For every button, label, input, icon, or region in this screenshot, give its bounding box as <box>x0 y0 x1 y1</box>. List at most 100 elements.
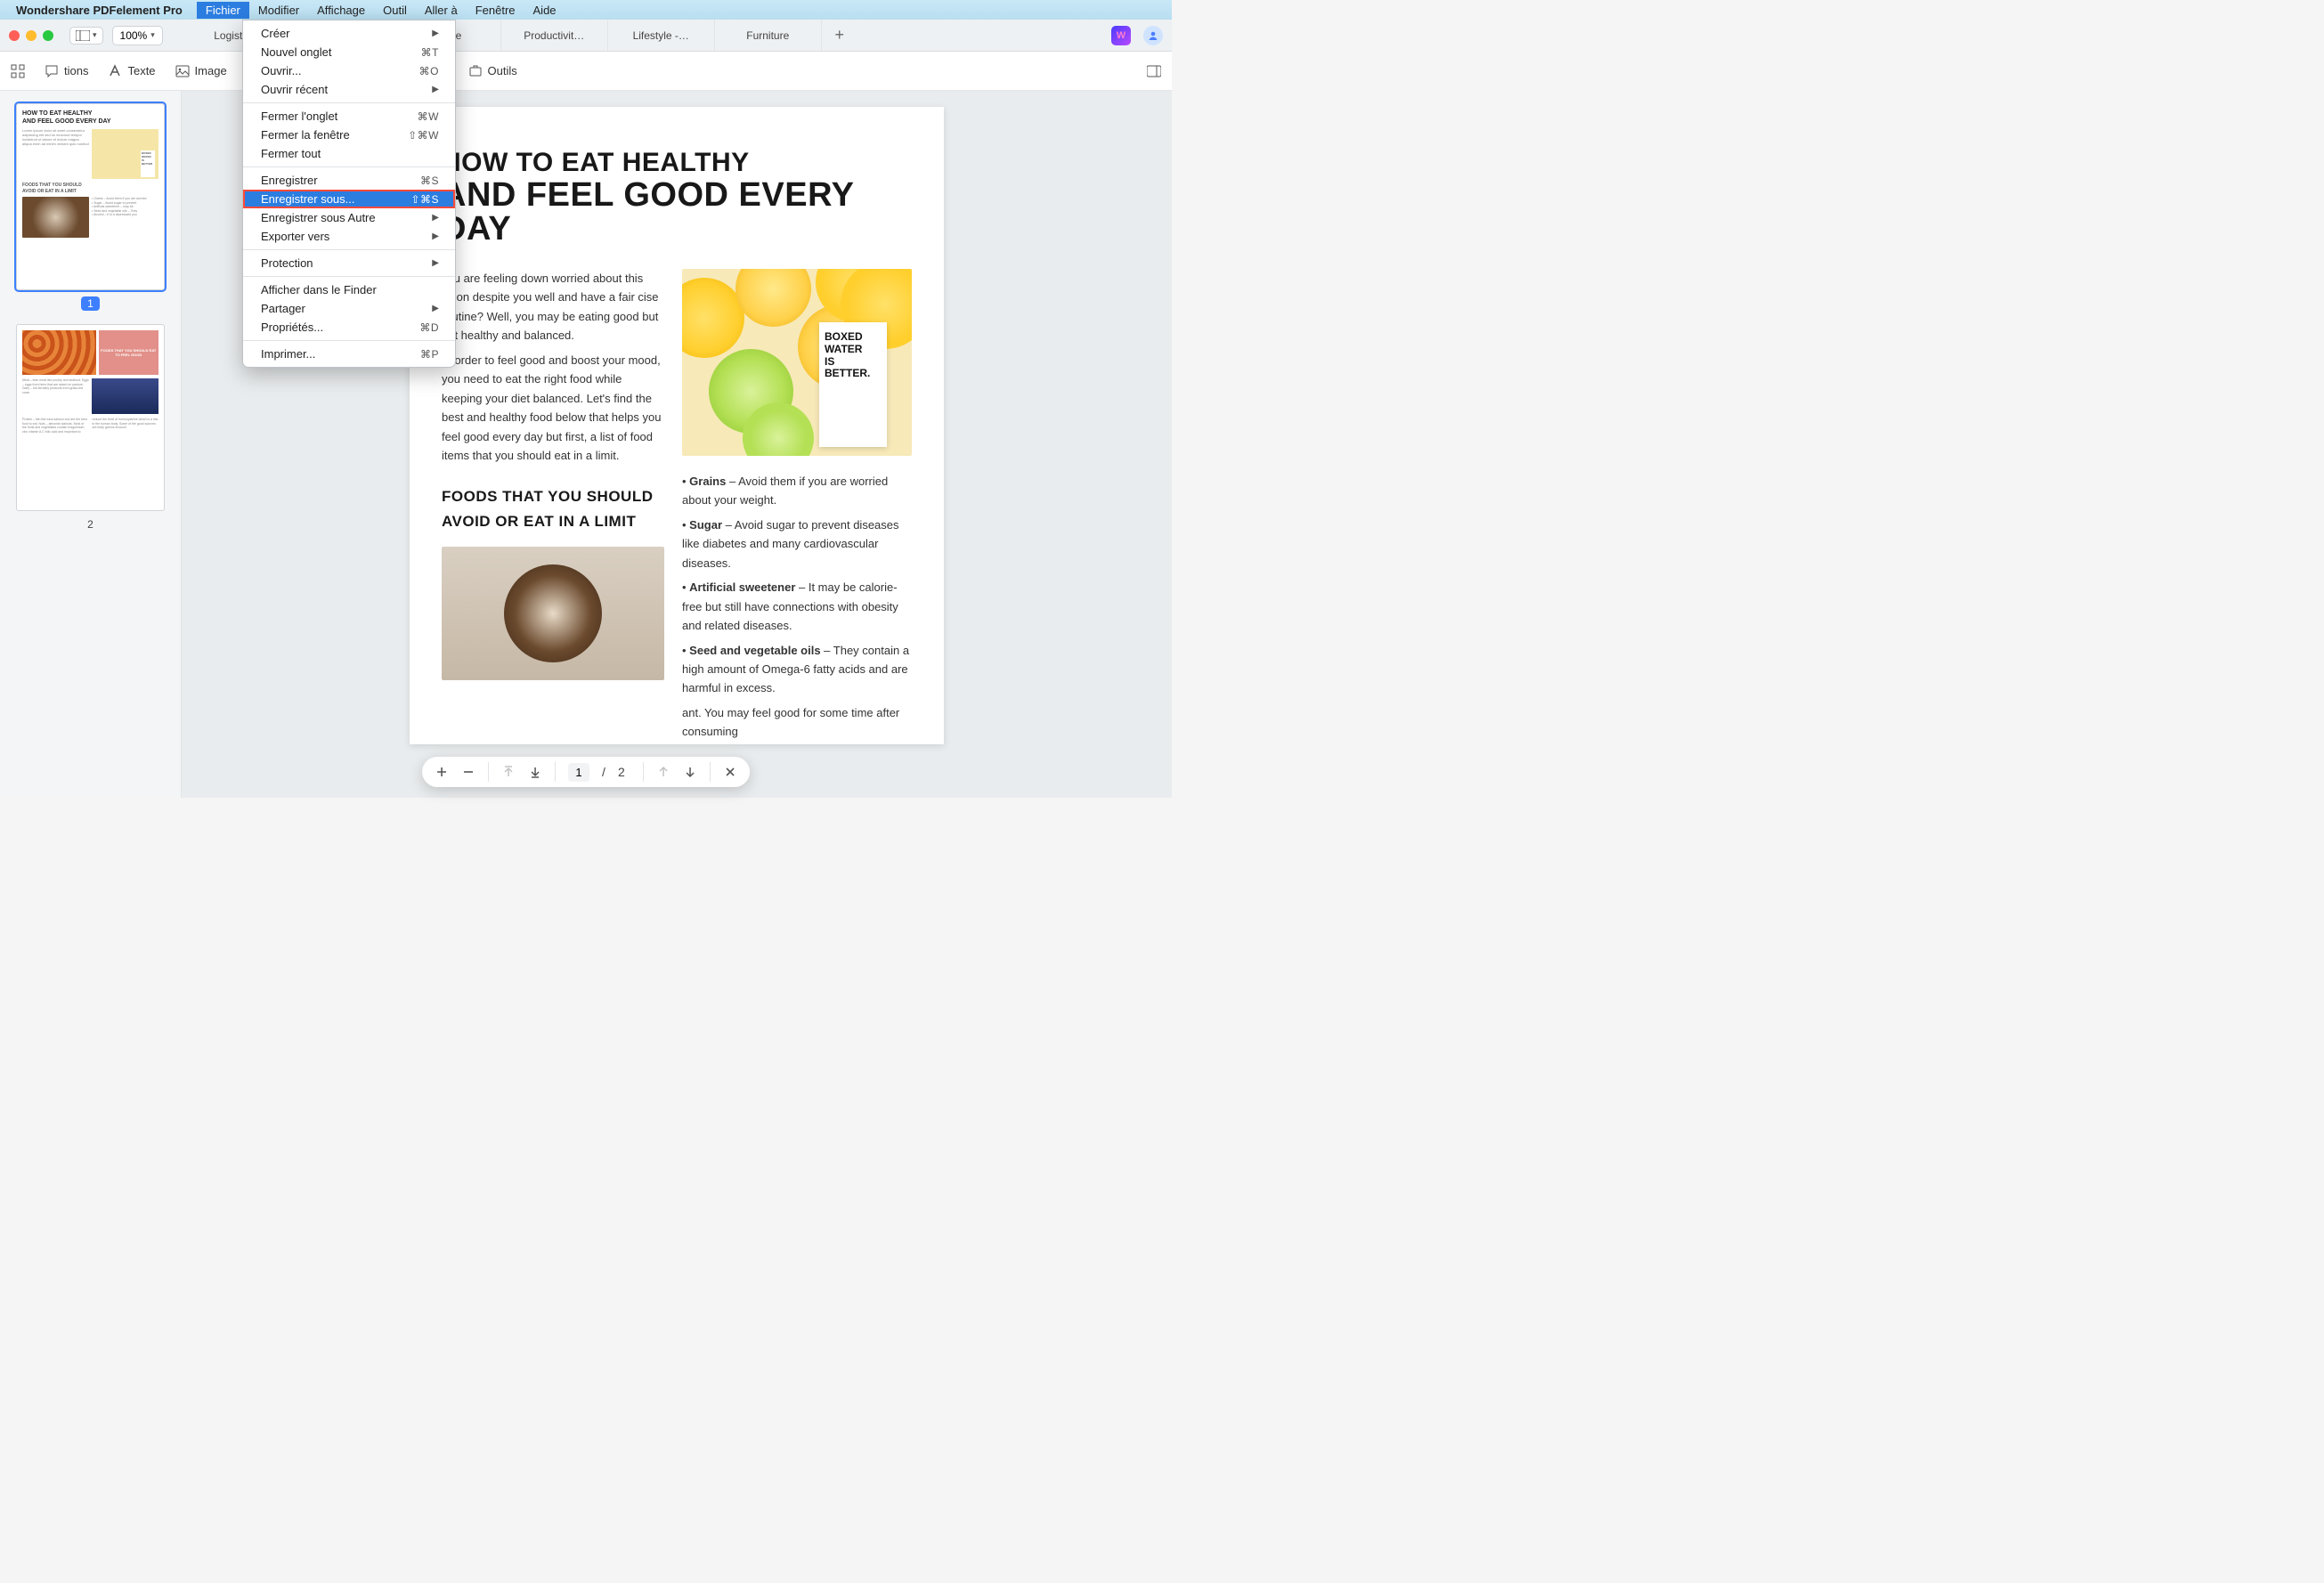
sidebar-toggle[interactable]: ▾ <box>69 27 103 45</box>
menu-item-afficher-finder[interactable]: Afficher dans le Finder <box>243 280 455 299</box>
body-text: In order to feel good and boost your moo… <box>442 351 664 466</box>
tab[interactable]: Furniture <box>715 20 822 51</box>
thumbnail-panel: HOW TO EAT HEALTHYAND FEEL GOOD EVERY DA… <box>0 91 182 798</box>
tab[interactable]: Productivit… <box>501 20 608 51</box>
minimize-button[interactable] <box>26 30 37 41</box>
menu-item-label: Ouvrir récent <box>261 83 328 96</box>
bullet-item: • Seed and vegetable oils – They contain… <box>682 641 912 698</box>
menu-item-label: Protection <box>261 256 313 270</box>
submenu-arrow-icon: ▶ <box>432 28 439 38</box>
shortcut: ⌘D <box>419 321 439 334</box>
thumb-number: 2 <box>16 518 165 531</box>
last-page-button[interactable] <box>528 765 542 779</box>
section-heading: FOODS THAT YOU SHOULD AVOID OR EAT IN A … <box>442 484 664 534</box>
title-line1: HOW TO EAT HEALTHY <box>442 148 750 177</box>
menu-item-proprietes[interactable]: Propriétés... ⌘D <box>243 318 455 337</box>
toolbar-label: tions <box>64 64 88 77</box>
thumb-number: 1 <box>16 297 165 310</box>
menu-item-fermer-onglet[interactable]: Fermer l'onglet ⌘W <box>243 107 455 126</box>
toolbar-label: Outils <box>488 64 517 77</box>
body-text: ant. You may feel good for some time aft… <box>682 703 912 742</box>
menu-item-label: Nouvel onglet <box>261 45 332 59</box>
shortcut: ⇧⌘S <box>410 193 439 206</box>
zoom-out-button[interactable] <box>461 765 475 779</box>
page-thumbnail[interactable]: FOODS THAT YOU SHOULD EAT TO FEEL GOOD M… <box>16 324 165 511</box>
page-number-input[interactable] <box>568 763 589 782</box>
image-button[interactable]: Image <box>175 64 227 78</box>
submenu-arrow-icon: ▶ <box>432 231 439 241</box>
panel-toggle-button[interactable] <box>1147 64 1161 78</box>
user-account-icon[interactable] <box>1143 26 1163 45</box>
submenu-arrow-icon: ▶ <box>432 213 439 223</box>
menu-item-ouvrir[interactable]: Ouvrir... ⌘O <box>243 61 455 80</box>
menu-item-label: Fermer l'onglet <box>261 110 337 123</box>
zoom-button[interactable] <box>43 30 53 41</box>
chevron-down-icon: ▾ <box>150 30 155 40</box>
menu-item-protection[interactable]: Protection▶ <box>243 254 455 272</box>
close-button[interactable] <box>9 30 20 41</box>
menu-item-exporter-vers[interactable]: Exporter vers ▶ <box>243 227 455 246</box>
carton-text: BOXED WATER IS BETTER. <box>819 322 887 447</box>
zoom-select[interactable]: 100% ▾ <box>112 26 163 45</box>
first-page-button[interactable] <box>501 765 516 779</box>
menu-fenetre[interactable]: Fenêtre <box>467 2 524 19</box>
menu-aide[interactable]: Aide <box>524 2 565 19</box>
page-title: HOW TO EAT HEALTHY AND FEEL GOOD EVERY D… <box>442 150 912 246</box>
title-line2: AND FEEL GOOD EVERY DAY <box>442 178 912 246</box>
menu-item-label: Ouvrir... <box>261 64 302 77</box>
text-button[interactable]: Texte <box>108 64 155 78</box>
menu-modifier[interactable]: Modifier <box>249 2 308 19</box>
app-logo-icon[interactable]: W <box>1111 26 1131 45</box>
menu-outil[interactable]: Outil <box>374 2 416 19</box>
bullet-item: • Sugar – Avoid sugar to prevent disease… <box>682 515 912 572</box>
menu-item-label: Enregistrer <box>261 174 318 187</box>
submenu-arrow-icon: ▶ <box>432 304 439 313</box>
menu-item-enregistrer-sous[interactable]: Enregistrer sous...⇧⌘S <box>243 190 455 208</box>
next-page-button[interactable] <box>683 765 697 779</box>
menu-item-label: Propriétés... <box>261 321 323 334</box>
add-tab-button[interactable]: + <box>822 20 857 51</box>
chevron-down-icon: ▾ <box>93 30 97 40</box>
thumbnails-grid-button[interactable] <box>11 64 25 78</box>
menu-affichage[interactable]: Affichage <box>308 2 374 19</box>
shortcut: ⇧⌘W <box>408 129 439 142</box>
zoom-in-button[interactable] <box>435 765 449 779</box>
submenu-arrow-icon: ▶ <box>432 85 439 94</box>
menu-aller[interactable]: Aller à <box>416 2 467 19</box>
tab[interactable]: Lifestyle -… <box>608 20 715 51</box>
zoom-value: 100% <box>120 29 148 42</box>
prev-page-button[interactable] <box>656 765 670 779</box>
menu-item-enregistrer[interactable]: Enregistrer ⌘S <box>243 171 455 190</box>
coffee-image <box>442 547 664 680</box>
page-sep: / <box>602 765 605 779</box>
menu-item-ouvrir-recent[interactable]: Ouvrir récent ▶ <box>243 80 455 99</box>
toolbar-label: Texte <box>127 64 155 77</box>
menu-bar: Wondershare PDFelement Pro Fichier Modif… <box>0 0 1172 20</box>
shortcut: ⌘W <box>418 110 439 123</box>
menu-item-label: Exporter vers <box>261 230 329 243</box>
thumb-title: HOW TO EAT HEALTHYAND FEEL GOOD EVERY DA… <box>22 110 158 126</box>
page-thumbnail[interactable]: HOW TO EAT HEALTHYAND FEEL GOOD EVERY DA… <box>16 103 165 290</box>
menu-item-label: Partager <box>261 302 305 315</box>
bullet-item: • Artificial sweetener – It may be calor… <box>682 578 912 635</box>
menu-item-partager[interactable]: Partager ▶ <box>243 299 455 318</box>
tab-label: Furniture <box>746 29 789 42</box>
page-navigation-bar: / 2 <box>422 757 750 787</box>
hero-image: BOXED WATER IS BETTER. <box>682 269 912 456</box>
menu-item-label: Fermer la fenêtre <box>261 128 350 142</box>
menu-item-nouvel-onglet[interactable]: Nouvel onglet⌘T <box>243 43 455 61</box>
shortcut: ⌘O <box>419 65 439 77</box>
shortcut: ⌘S <box>420 175 439 187</box>
menu-item-creer[interactable]: Créer▶ <box>243 24 455 43</box>
menu-item-enregistrer-sous-autre[interactable]: Enregistrer sous Autre▶ <box>243 208 455 227</box>
close-pager-button[interactable] <box>723 765 737 779</box>
tools-button[interactable]: Outils <box>468 64 517 78</box>
menu-item-label: Imprimer... <box>261 347 315 361</box>
menu-item-fermer-fenetre[interactable]: Fermer la fenêtre ⇧⌘W <box>243 126 455 144</box>
annotations-button[interactable]: tions <box>45 64 88 78</box>
menu-item-fermer-tout[interactable]: Fermer tout <box>243 144 455 163</box>
toolbar: tions Texte Image Lien Formulaire Biffer… <box>0 52 1172 91</box>
menu-fichier[interactable]: Fichier <box>197 2 249 19</box>
menu-item-imprimer[interactable]: Imprimer...⌘P <box>243 345 455 363</box>
app-name: Wondershare PDFelement Pro <box>16 4 183 17</box>
